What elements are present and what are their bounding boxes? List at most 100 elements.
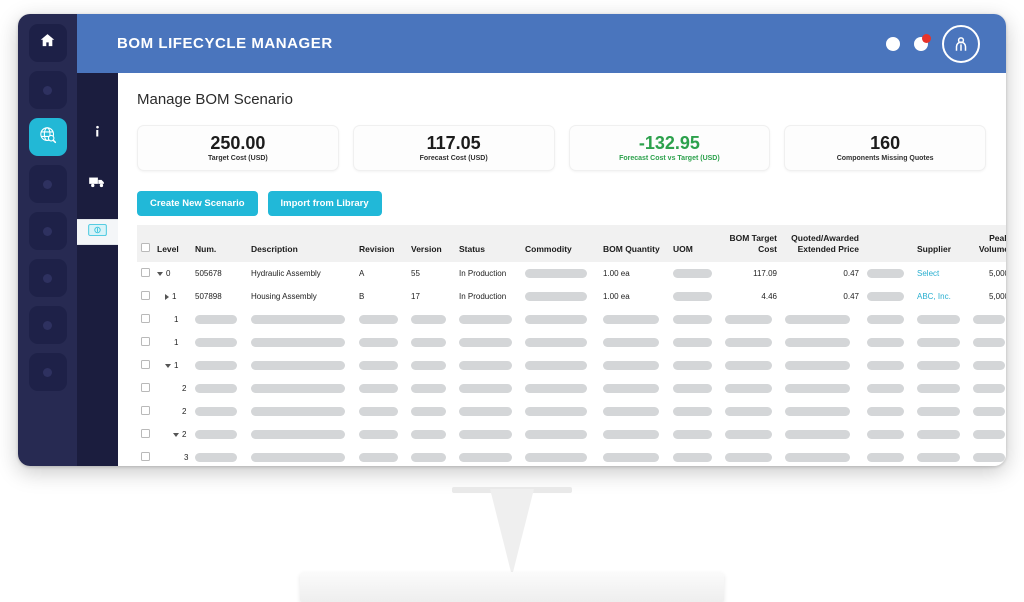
table-row[interactable]: 2 (137, 377, 1006, 400)
row-checkbox[interactable] (141, 268, 150, 278)
chevron-right-icon[interactable] (165, 293, 169, 300)
loading-placeholder (917, 338, 961, 348)
revision-cell: B (359, 292, 365, 302)
supplier-cell (913, 354, 969, 377)
loading-placeholder (725, 453, 772, 463)
column-header-blank[interactable] (863, 225, 913, 262)
supplier-cell[interactable]: ABC, Inc. (913, 285, 969, 308)
commodity-cell (521, 331, 599, 354)
loading-placeholder (603, 384, 659, 394)
uom-cell (669, 354, 721, 377)
loading-placeholder (359, 315, 398, 325)
peak_volume-cell (969, 308, 1006, 331)
column-header-uom[interactable]: UOM (669, 225, 721, 262)
loading-placeholder (867, 269, 904, 279)
loading-placeholder (973, 453, 1005, 463)
placeholder-icon-1-nav-item[interactable] (28, 71, 67, 109)
table-row[interactable]: 3 (137, 446, 1006, 466)
status-cell (455, 377, 521, 400)
table-row[interactable]: 1 (137, 354, 1006, 377)
loading-placeholder (459, 338, 513, 348)
placeholder-icon-6 (43, 367, 52, 377)
bom_target_cost-cell (721, 331, 781, 354)
create-new-scenario-button[interactable]: Create New Scenario (137, 191, 258, 216)
table-row[interactable]: 1 (137, 308, 1006, 331)
column-header-version[interactable]: Version (407, 225, 455, 262)
placeholder-icon-4-nav-item[interactable] (28, 259, 67, 297)
column-header-commodity[interactable]: Commodity (521, 225, 599, 262)
placeholder-icon-5-nav-item[interactable] (28, 306, 67, 344)
supplier-cell[interactable]: Select (913, 262, 969, 285)
quoted_awarded_extended_price-cell (781, 308, 863, 331)
truck-tab[interactable] (77, 169, 118, 199)
table-row[interactable]: 1 (137, 331, 1006, 354)
loading-placeholder (459, 315, 513, 325)
table-row[interactable]: 2 (137, 400, 1006, 423)
status-cell (455, 400, 521, 423)
column-header-description[interactable]: Description (247, 225, 355, 262)
version-cell (407, 423, 455, 446)
row-checkbox[interactable] (141, 291, 150, 301)
money-tab[interactable] (77, 219, 118, 245)
placeholder-icon-3-nav-item[interactable] (28, 212, 67, 250)
uom-cell (669, 262, 721, 285)
column-header-level[interactable]: Level (153, 225, 191, 262)
peak_volume-cell: 5,000 (988, 292, 1006, 302)
loading-placeholder (867, 338, 904, 348)
chevron-down-icon[interactable] (165, 363, 171, 368)
loading-placeholder (251, 430, 345, 440)
table-row[interactable]: 0 505678 Hydraulic Assembly A 55 In Productio… (137, 262, 1006, 285)
loading-placeholder (525, 292, 587, 302)
info-tab[interactable] (77, 119, 118, 149)
row-checkbox[interactable] (141, 452, 150, 462)
column-header-status[interactable]: Status (455, 225, 521, 262)
select-all-checkbox[interactable] (141, 242, 150, 252)
table-row[interactable]: 1 507898 Housing Assembly B 17 In Production 1… (137, 285, 1006, 308)
home-icon (39, 32, 56, 54)
loading-placeholder (673, 407, 712, 417)
peak_volume-cell (969, 446, 1006, 466)
loading-placeholder (603, 338, 659, 348)
kpi-value: 160 (870, 132, 901, 153)
row-checkbox[interactable] (141, 406, 150, 416)
row-checkbox[interactable] (141, 314, 150, 324)
column-header-bom_quantity[interactable]: BOM Quantity (599, 225, 669, 262)
loading-placeholder (725, 338, 772, 348)
primary-nav-rail (18, 14, 77, 466)
chevron-down-icon[interactable] (157, 271, 163, 276)
loading-placeholder (411, 315, 447, 325)
placeholder-icon-6-nav-item[interactable] (28, 353, 67, 391)
chevron-down-icon[interactable] (173, 432, 179, 437)
column-header-quoted_awarded_extended_price[interactable]: Quoted/Awarded Extended Price (781, 225, 863, 262)
num-cell: 507898 (195, 292, 222, 302)
loading-placeholder (525, 269, 587, 279)
row-checkbox[interactable] (141, 383, 150, 393)
row-checkbox[interactable] (141, 360, 150, 370)
revision-cell (355, 377, 407, 400)
notification-circle-icon[interactable] (886, 36, 900, 51)
kpi-label: Forecast Cost (USD) (419, 155, 488, 163)
globe-search-nav-item[interactable] (28, 118, 67, 156)
uom-cell (669, 285, 721, 308)
column-header-bom_target_cost[interactable]: BOM Target Cost (721, 225, 781, 262)
home-nav-item[interactable] (28, 24, 67, 62)
loading-placeholder (251, 338, 345, 348)
alert-circle-icon[interactable] (914, 33, 931, 51)
column-header-supplier[interactable]: Supplier (913, 225, 969, 262)
placeholder-icon-2-nav-item[interactable] (28, 165, 67, 203)
import-from-library-button[interactable]: Import from Library (267, 191, 382, 216)
commodity-cell (521, 354, 599, 377)
user-avatar-icon[interactable] (942, 24, 980, 63)
column-header-peak_volume[interactable]: Peak Volume (969, 225, 1006, 262)
row-checkbox[interactable] (141, 429, 150, 439)
table-row[interactable]: 2 (137, 423, 1006, 446)
loading-placeholder (359, 453, 398, 463)
column-header-num[interactable]: Num. (191, 225, 247, 262)
loading-placeholder (359, 384, 398, 394)
column-header-select[interactable] (137, 225, 153, 262)
column-header-revision[interactable]: Revision (355, 225, 407, 262)
loading-placeholder (673, 453, 712, 463)
blank-cell (863, 331, 913, 354)
loading-placeholder (785, 315, 851, 325)
row-checkbox[interactable] (141, 337, 150, 347)
